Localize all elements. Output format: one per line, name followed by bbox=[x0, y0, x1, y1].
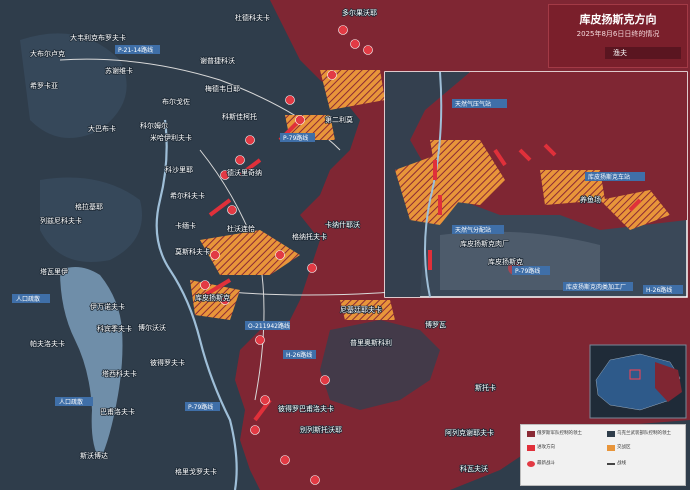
place-label: 巴甫洛夫卡 bbox=[100, 407, 135, 416]
legend-label: 交战区 bbox=[617, 445, 631, 450]
place-label: 别列斯托沃耶 bbox=[300, 425, 342, 434]
place-label: 科沙里耶 bbox=[165, 165, 193, 174]
road-label: P-21-14路线 bbox=[118, 46, 153, 54]
overview-map bbox=[589, 344, 687, 419]
place-label: 列兹尼科夫卡 bbox=[40, 216, 82, 225]
road-label: P-79路线 bbox=[283, 134, 308, 142]
place-label: 格里戈罗夫卡 bbox=[175, 467, 217, 476]
inset-map: 天然气压气站 库皮扬斯克车站 养鱼场 天然气分配站 库皮扬斯克肉厂 库皮扬斯克 … bbox=[384, 71, 688, 298]
place-label: 卡纳什耶沃 bbox=[325, 220, 360, 229]
svg-text:库皮扬斯克肉厂: 库皮扬斯克肉厂 bbox=[460, 239, 509, 248]
place-label: 斯沃博达 bbox=[80, 451, 108, 460]
place-label: 斯托卡 bbox=[475, 383, 496, 392]
place-label: 大布尔卢克 bbox=[30, 49, 65, 58]
reservoir-label: 人口疏散 bbox=[16, 295, 40, 303]
place-label: 科宾季夫卡 bbox=[97, 324, 132, 333]
place-label: 博罗瓦 bbox=[425, 320, 446, 329]
svg-text:H-26路线: H-26路线 bbox=[646, 286, 672, 294]
place-label: 格拉基耶 bbox=[75, 202, 103, 211]
place-label: 多尔果沃耶 bbox=[342, 8, 377, 17]
svg-text:P-79路线: P-79路线 bbox=[515, 267, 540, 275]
legend-ua-swatch bbox=[607, 431, 615, 437]
place-label: 谢普捷科沃 bbox=[200, 56, 235, 65]
place-label: 杜沃连恰 bbox=[227, 224, 255, 233]
place-label: 彼得罗夫卡 bbox=[150, 358, 185, 367]
place-label: 帕夫洛夫卡 bbox=[30, 339, 65, 348]
place-label: 博尔沃沃 bbox=[138, 323, 166, 332]
legend-label: 最新战斗 bbox=[537, 461, 555, 466]
legend-contested-swatch bbox=[607, 445, 615, 451]
place-label: 布尔戈佐 bbox=[162, 97, 190, 106]
place-label: 库皮扬斯克 bbox=[195, 293, 230, 302]
legend-label: 战线 bbox=[617, 461, 626, 466]
legend-ru-swatch bbox=[527, 431, 535, 437]
place-label: 希尔科夫卡 bbox=[170, 191, 205, 200]
place-label: 塔西科夫卡 bbox=[102, 369, 137, 378]
legend-arrow-swatch bbox=[527, 445, 535, 451]
legend: 俄罗斯军队控制的领土 乌克兰武装部队控制的领土 进攻方向 交战区 最新战斗 战线 bbox=[520, 424, 686, 486]
road-label: O-211942路线 bbox=[248, 322, 290, 330]
place-label: 阿列克谢耶夫卡 bbox=[445, 428, 494, 437]
place-label: 普里奥斯科利 bbox=[350, 338, 392, 347]
svg-text:库皮扬斯克肉类加工厂: 库皮扬斯克肉类加工厂 bbox=[566, 283, 626, 291]
place-label: 格纳托夫卡 bbox=[292, 232, 327, 241]
place-label: 第二利莫 bbox=[325, 115, 353, 124]
place-label: 科尔姆尔 bbox=[140, 121, 168, 130]
place-label: 大巴布卡 bbox=[88, 124, 116, 133]
place-label: 科斯佳柯托 bbox=[222, 112, 257, 121]
legend-label: 乌克兰武装部队控制的领土 bbox=[617, 431, 671, 436]
svg-text:天然气分配站: 天然气分配站 bbox=[455, 226, 491, 234]
place-label: 杜德科夫卡 bbox=[235, 13, 270, 22]
place-label: 米哈伊利夫卡 bbox=[150, 133, 192, 142]
place-label: 尼基廷耶夫卡 bbox=[340, 305, 382, 314]
place-label: 莫斯科夫卡 bbox=[175, 247, 210, 256]
place-label: 塔瓦里伊 bbox=[40, 267, 68, 276]
svg-text:库皮扬斯克: 库皮扬斯克 bbox=[488, 257, 523, 266]
legend-line-swatch bbox=[607, 463, 615, 465]
logo-badge: 渔夫 bbox=[605, 47, 681, 59]
place-label: 德沃里奇纳 bbox=[227, 168, 262, 177]
place-label: 梅德韦日耶 bbox=[205, 84, 240, 93]
map-title: 库皮扬斯克方向 bbox=[579, 13, 657, 26]
place-label: 伊万诺夫卡 bbox=[90, 302, 125, 311]
legend-combat-swatch bbox=[527, 461, 535, 467]
svg-text:天然气压气站: 天然气压气站 bbox=[455, 100, 491, 108]
place-label: 彼得罗巴甫洛夫卡 bbox=[278, 404, 334, 413]
reservoir-label: 人口疏散 bbox=[59, 398, 83, 406]
svg-text:库皮扬斯克车站: 库皮扬斯克车站 bbox=[588, 173, 630, 181]
place-label: 科瓦夫沃 bbox=[460, 464, 488, 473]
place-label: 希罗卡亚 bbox=[30, 81, 58, 90]
map-date: 2025年8月6日日终的情况 bbox=[576, 30, 660, 38]
place-label: 大韦利克布罗夫卡 bbox=[70, 33, 126, 42]
title-panel: 库皮扬斯克方向 2025年8月6日日终的情况 渔夫 bbox=[548, 4, 688, 68]
legend-label: 进攻方向 bbox=[537, 445, 555, 450]
place-label: 卡缅卡 bbox=[175, 221, 196, 230]
legend-label: 俄罗斯军队控制的领土 bbox=[537, 431, 582, 436]
svg-text:养鱼场: 养鱼场 bbox=[580, 195, 601, 204]
front-map: 多尔果沃耶 杜德科夫卡 大韦利克布罗夫卡 大布尔卢克 苏谢维卡 希罗卡亚 布尔戈… bbox=[0, 0, 690, 490]
road-label: P-79路线 bbox=[188, 403, 213, 411]
road-label: H-26路线 bbox=[286, 351, 312, 359]
place-label: 苏谢维卡 bbox=[105, 66, 133, 75]
